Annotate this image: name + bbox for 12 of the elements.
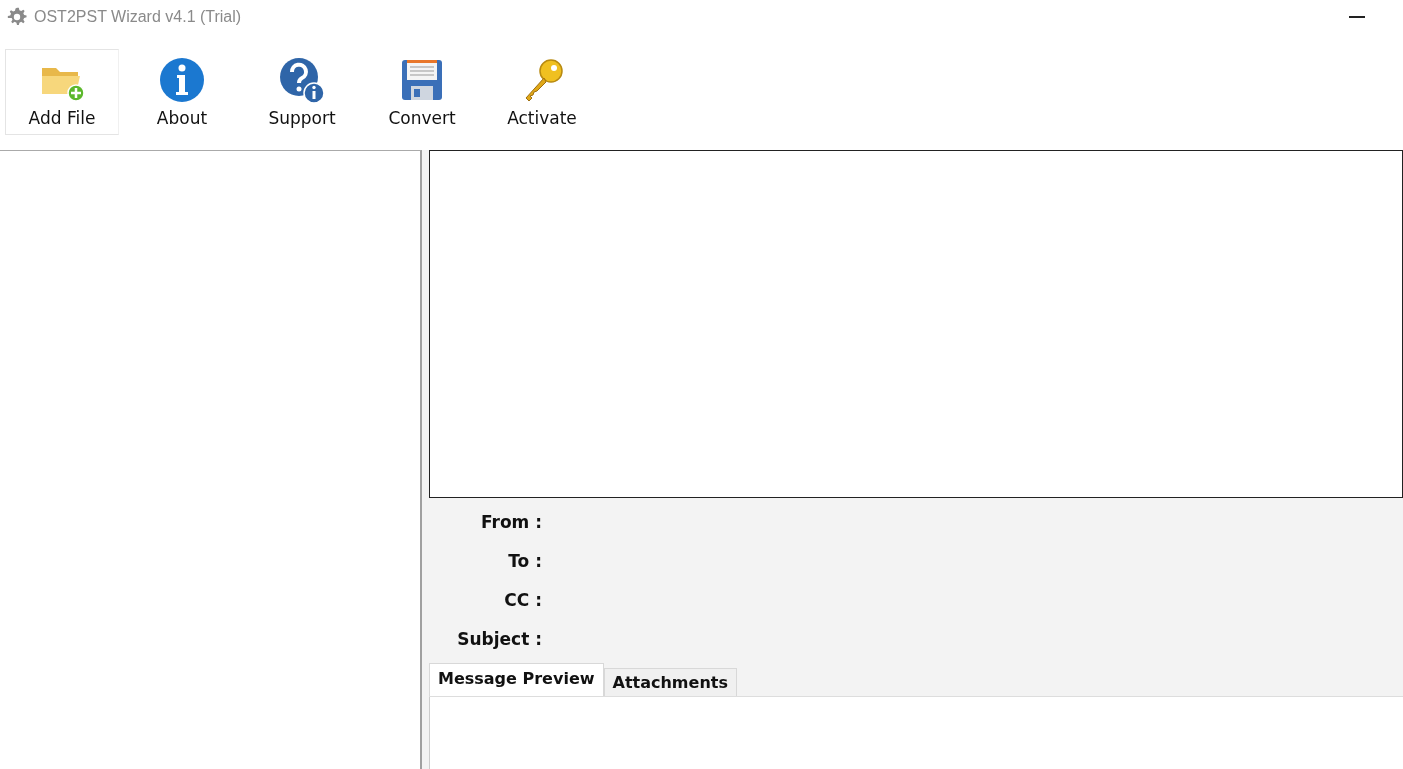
tab[interactable]: Attachments bbox=[603, 668, 737, 696]
info-icon bbox=[158, 56, 206, 104]
help-icon bbox=[278, 56, 326, 104]
minimize-button[interactable] bbox=[1349, 16, 1365, 18]
add-file-button[interactable]: Add File bbox=[5, 49, 119, 135]
field-label: CC : bbox=[504, 589, 542, 610]
field-label: Subject : bbox=[457, 628, 542, 649]
gear-icon bbox=[6, 6, 28, 28]
field-label: To : bbox=[508, 550, 542, 571]
field-label: From : bbox=[480, 511, 542, 532]
tab[interactable]: Message Preview bbox=[429, 663, 604, 696]
window-title: OST2PST Wizard v4.1 (Trial) bbox=[34, 8, 242, 26]
